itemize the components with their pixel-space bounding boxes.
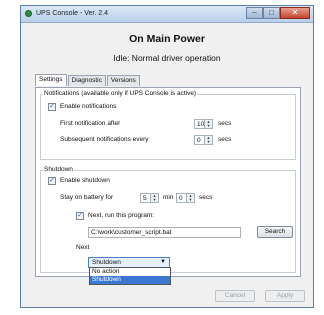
app-window: UPS Console - Ver. 2.4 – □ ✕ On Main Pow… bbox=[20, 5, 314, 308]
spin-down-icon[interactable]: ▼ bbox=[153, 198, 157, 202]
subsequent-notification-unit: secs bbox=[218, 136, 232, 143]
enable-shutdown-label: Enable shutdown bbox=[60, 177, 110, 184]
run-program-checkbox[interactable]: ✓ bbox=[76, 212, 84, 220]
option-shutdown[interactable]: Shutdown bbox=[90, 276, 170, 284]
shutdown-group-label: Shutdown bbox=[43, 166, 74, 173]
subsequent-notification-value[interactable]: 0 bbox=[194, 135, 205, 145]
enable-shutdown-checkbox[interactable]: ✓ bbox=[48, 177, 56, 185]
enable-notifications-label: Enable notifications bbox=[60, 103, 117, 110]
next-action-selected: Shutdown bbox=[92, 259, 121, 266]
run-program-label: Next, run this program: bbox=[88, 212, 155, 219]
power-state-title: On Main Power bbox=[129, 33, 205, 45]
driver-status-text: Idle: Normal driver operation bbox=[113, 53, 221, 63]
battery-seconds-spin-buttons[interactable]: ▲ ▼ bbox=[187, 193, 195, 203]
first-notification-label: First notification after bbox=[60, 120, 121, 127]
battery-seconds-value[interactable]: 0 bbox=[176, 193, 187, 203]
minimize-button[interactable]: – bbox=[246, 7, 263, 19]
window-title: UPS Console - Ver. 2.4 bbox=[36, 10, 108, 17]
tab-settings[interactable]: Settings bbox=[35, 74, 67, 86]
close-button[interactable]: ✕ bbox=[280, 7, 310, 19]
battery-minutes-stepper[interactable]: 5 ▲ ▼ bbox=[140, 193, 159, 203]
tab-strip: Settings Diagnostic Versions bbox=[35, 74, 141, 87]
spin-down-icon[interactable]: ▼ bbox=[189, 198, 193, 202]
program-path-input[interactable]: C:\work\customer_script.bat bbox=[88, 227, 241, 238]
settings-panel: Notifications (available only if UPS Con… bbox=[35, 87, 301, 277]
battery-minutes-spin-buttons[interactable]: ▲ ▼ bbox=[151, 193, 159, 203]
notifications-group-label: Notifications (available only if UPS Con… bbox=[43, 90, 198, 97]
tab-versions[interactable]: Versions bbox=[106, 75, 140, 86]
enable-notifications-checkbox[interactable]: ✓ bbox=[48, 103, 56, 111]
first-notification-spin-buttons[interactable]: ▲ ▼ bbox=[205, 119, 213, 129]
stay-on-battery-label: Stay on battery for bbox=[60, 194, 114, 201]
caption-buttons: – □ ✕ bbox=[246, 7, 310, 19]
chevron-down-icon[interactable]: ▼ bbox=[160, 258, 166, 267]
cancel-button[interactable]: Cancel bbox=[215, 290, 255, 302]
first-notification-unit: secs bbox=[218, 120, 232, 127]
first-notification-value[interactable]: 10 bbox=[194, 119, 205, 129]
option-no-action[interactable]: No action bbox=[90, 268, 170, 276]
subsequent-notification-label: Subsequent notifications every bbox=[60, 136, 149, 143]
subsequent-notification-spin-buttons[interactable]: ▲ ▼ bbox=[205, 135, 213, 145]
title-bar[interactable]: UPS Console - Ver. 2.4 – □ ✕ bbox=[21, 6, 313, 23]
tab-diagnostic[interactable]: Diagnostic bbox=[67, 75, 106, 86]
battery-seconds-unit: secs bbox=[199, 194, 213, 201]
battery-seconds-stepper[interactable]: 0 ▲ ▼ bbox=[176, 193, 195, 203]
battery-minutes-unit: min bbox=[163, 194, 174, 201]
battery-minutes-value[interactable]: 5 bbox=[140, 193, 151, 203]
first-notification-stepper[interactable]: 10 ▲ ▼ bbox=[194, 119, 213, 129]
search-button[interactable]: Search bbox=[257, 226, 293, 238]
maximize-button[interactable]: □ bbox=[263, 7, 280, 19]
subsequent-notification-stepper[interactable]: 0 ▲ ▼ bbox=[194, 135, 213, 145]
spin-down-icon[interactable]: ▼ bbox=[207, 124, 211, 128]
spin-down-icon[interactable]: ▼ bbox=[207, 140, 211, 144]
next-action-dropdown: No action Shutdown bbox=[89, 267, 171, 285]
ups-app-icon bbox=[25, 10, 32, 17]
apply-button[interactable]: Apply bbox=[265, 290, 305, 302]
next-action-label: Next bbox=[76, 244, 90, 251]
